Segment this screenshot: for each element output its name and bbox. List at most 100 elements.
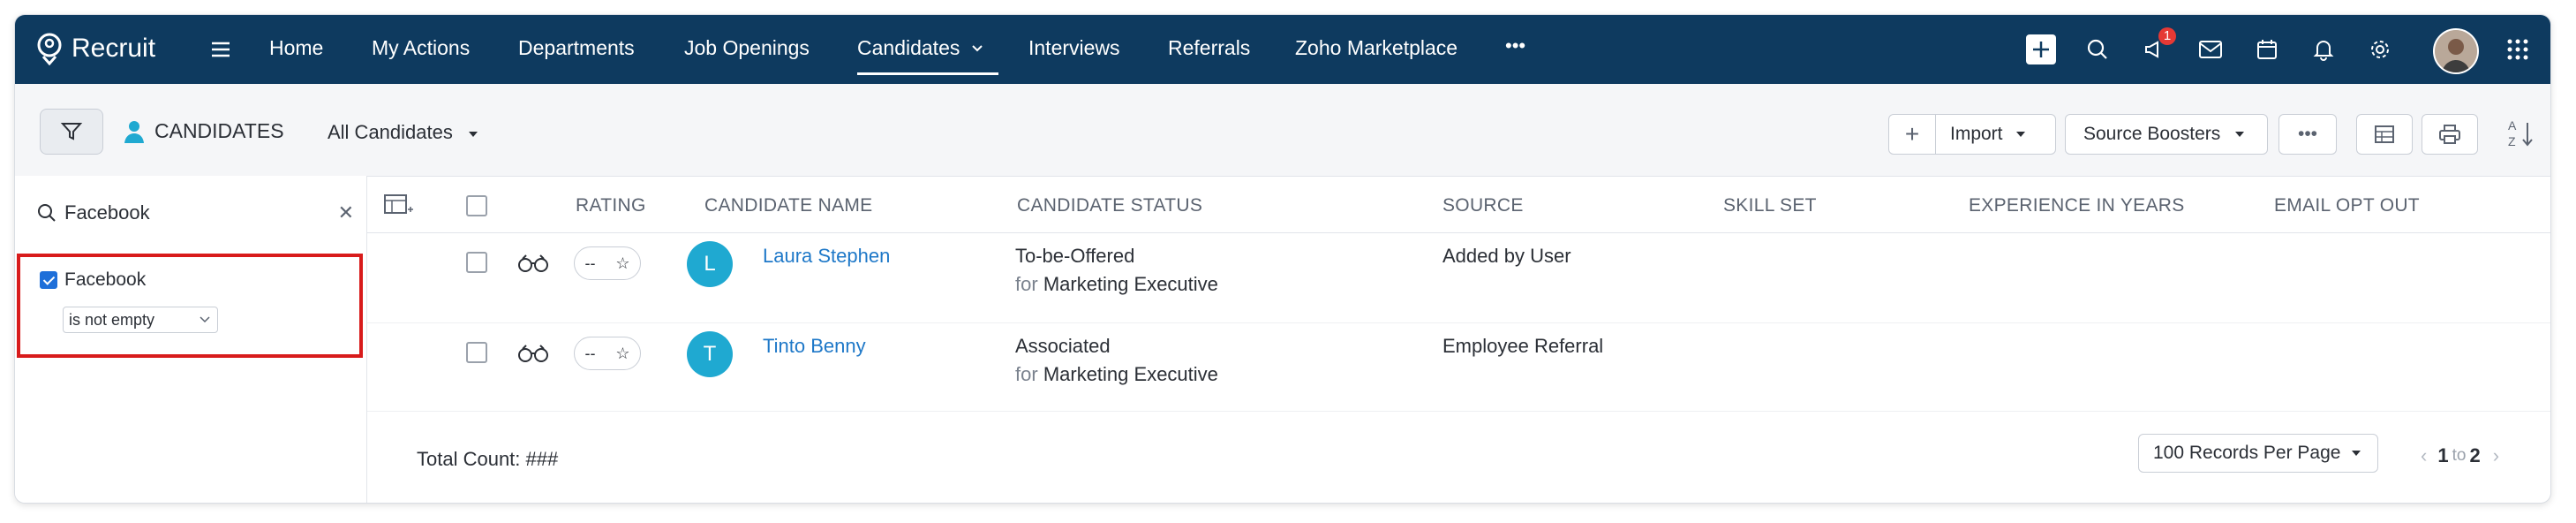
- caret-down-icon: [469, 132, 478, 137]
- clear-search-button[interactable]: ✕: [338, 201, 354, 224]
- mail-button[interactable]: [2196, 34, 2226, 64]
- header-rating[interactable]: RATING: [576, 195, 646, 216]
- candidate-name-link[interactable]: Tinto Benny: [763, 335, 866, 358]
- toolbar-more-button[interactable]: •••: [2278, 114, 2337, 155]
- view-details-button[interactable]: [517, 344, 549, 368]
- table-icon: [2375, 125, 2394, 143]
- row-checkbox[interactable]: [466, 252, 487, 273]
- app-window: Recruit Home My Actions Departments Job …: [14, 14, 2551, 504]
- filter-search[interactable]: Facebook ✕: [36, 195, 354, 231]
- rating-value: --: [584, 344, 596, 362]
- module-toolbar: CANDIDATES All Candidates + Import Sourc…: [15, 84, 2550, 177]
- svg-text:Z: Z: [2508, 134, 2516, 148]
- header-experience[interactable]: EXPERIENCE IN YEARS: [1969, 195, 2185, 216]
- search-button[interactable]: [2083, 34, 2113, 64]
- nav-departments[interactable]: Departments: [518, 36, 635, 60]
- print-button[interactable]: [2422, 114, 2478, 155]
- source-boosters-label: Source Boosters: [2083, 124, 2221, 144]
- column-settings-button[interactable]: [383, 192, 413, 221]
- filter-facebook-checkbox[interactable]: [40, 271, 57, 289]
- rating-widget[interactable]: -- ☆: [574, 337, 641, 370]
- caret-down-icon: [2235, 132, 2245, 137]
- header-candidate-status[interactable]: CANDIDATE STATUS: [1017, 195, 1202, 216]
- filter-toggle-button[interactable]: [40, 109, 103, 155]
- nav-interviews[interactable]: Interviews: [1028, 36, 1120, 60]
- candidates-table: RATING CANDIDATE NAME CANDIDATE STATUS S…: [367, 176, 2550, 503]
- nav-candidates-label: Candidates: [857, 36, 960, 59]
- prev-page-button[interactable]: ‹: [2421, 444, 2427, 467]
- job-title[interactable]: Marketing Executive: [1043, 273, 1218, 295]
- menu-icon[interactable]: [207, 36, 234, 63]
- candidate-name-link[interactable]: Laura Stephen: [763, 245, 890, 268]
- nav-home[interactable]: Home: [269, 36, 323, 60]
- status-job-line: for Marketing Executive: [1015, 273, 1218, 296]
- chevron-down-icon: [200, 316, 210, 323]
- view-details-button[interactable]: [517, 254, 549, 277]
- next-page-button[interactable]: ›: [2493, 444, 2499, 467]
- nav-more-button[interactable]: •••: [1505, 34, 1525, 57]
- records-per-page-select[interactable]: 100 Records Per Page: [2138, 434, 2378, 473]
- header-source[interactable]: SOURCE: [1442, 195, 1524, 216]
- app-name: Recruit: [72, 34, 156, 63]
- row-checkbox[interactable]: [466, 342, 487, 363]
- filter-condition-select[interactable]: is not empty: [63, 307, 218, 333]
- filter-facebook-option[interactable]: Facebook: [40, 269, 146, 291]
- nav-referrals[interactable]: Referrals: [1168, 36, 1250, 60]
- column-settings-icon: [384, 194, 413, 214]
- sort-alpha-icon: A Z: [2508, 118, 2533, 148]
- apps-grid-button[interactable]: [2503, 34, 2533, 64]
- candidate-avatar: T: [687, 331, 733, 377]
- bell-icon: [2313, 41, 2334, 61]
- nav-my-actions[interactable]: My Actions: [372, 36, 470, 60]
- highlighted-filter-box: Facebook is not empty: [17, 254, 363, 358]
- sort-button[interactable]: A Z: [2506, 117, 2536, 154]
- recruit-logo-icon: [37, 33, 62, 65]
- view-selector-label: All Candidates: [328, 121, 453, 143]
- star-icon[interactable]: ☆: [615, 345, 629, 363]
- job-title[interactable]: Marketing Executive: [1043, 363, 1218, 385]
- source-boosters-button[interactable]: Source Boosters: [2065, 114, 2268, 155]
- user-avatar[interactable]: [2433, 28, 2479, 74]
- rating-widget[interactable]: -- ☆: [574, 246, 641, 280]
- for-label: for: [1015, 363, 1038, 385]
- nav-zoho-marketplace[interactable]: Zoho Marketplace: [1295, 36, 1457, 60]
- view-selector[interactable]: All Candidates: [328, 121, 479, 144]
- pagination: ‹ 1 to 2 ›: [2421, 444, 2499, 467]
- table-footer: Total Count: ### 100 Records Per Page ‹ …: [367, 406, 2550, 503]
- notifications-button[interactable]: [2309, 34, 2339, 64]
- notification-badge: 1: [2158, 27, 2176, 45]
- import-button[interactable]: Import: [1950, 124, 2003, 145]
- table-row[interactable]: -- ☆ T Tinto Benny Associated for Market…: [367, 322, 2550, 412]
- table-row[interactable]: -- ☆ L Laura Stephen To-be-Offered for M…: [367, 234, 2550, 323]
- gear-icon: [2371, 41, 2389, 58]
- filter-search-input[interactable]: Facebook: [64, 201, 338, 224]
- nav-job-openings[interactable]: Job Openings: [684, 36, 810, 60]
- app-logo[interactable]: Recruit: [34, 31, 155, 66]
- settings-button[interactable]: [2365, 34, 2395, 64]
- nav-candidates[interactable]: Candidates: [857, 36, 998, 75]
- mail-icon: [2199, 41, 2222, 58]
- table-view-button[interactable]: [2356, 114, 2413, 155]
- for-label: for: [1015, 273, 1038, 295]
- total-count: Total Count: ###: [417, 448, 559, 470]
- star-icon[interactable]: ☆: [615, 254, 629, 273]
- page-from: 1: [2437, 444, 2449, 466]
- filter-icon: [60, 123, 83, 140]
- chevron-down-icon: [972, 45, 983, 52]
- announcements-button[interactable]: 1: [2139, 27, 2176, 64]
- page-to-label: to: [2452, 446, 2467, 465]
- caret-down-icon: [2352, 451, 2361, 456]
- select-all-checkbox[interactable]: [466, 195, 487, 216]
- filter-sidebar: Facebook ✕ Facebook is not empty: [15, 176, 367, 503]
- module-title-label: CANDIDATES: [154, 119, 284, 142]
- add-import-group: + Import: [1888, 114, 2056, 155]
- quick-create-button[interactable]: [2026, 34, 2056, 64]
- header-skill-set[interactable]: SKILL SET: [1723, 195, 1817, 216]
- add-candidate-button[interactable]: +: [1889, 115, 1936, 154]
- table-header: RATING CANDIDATE NAME CANDIDATE STATUS S…: [367, 176, 2550, 233]
- top-navigation: Recruit Home My Actions Departments Job …: [15, 15, 2550, 84]
- header-candidate-name[interactable]: CANDIDATE NAME: [704, 195, 873, 216]
- candidate-source: Employee Referral: [1442, 335, 1604, 357]
- calendar-button[interactable]: [2252, 34, 2282, 64]
- header-email-opt-out[interactable]: EMAIL OPT OUT: [2274, 195, 2420, 216]
